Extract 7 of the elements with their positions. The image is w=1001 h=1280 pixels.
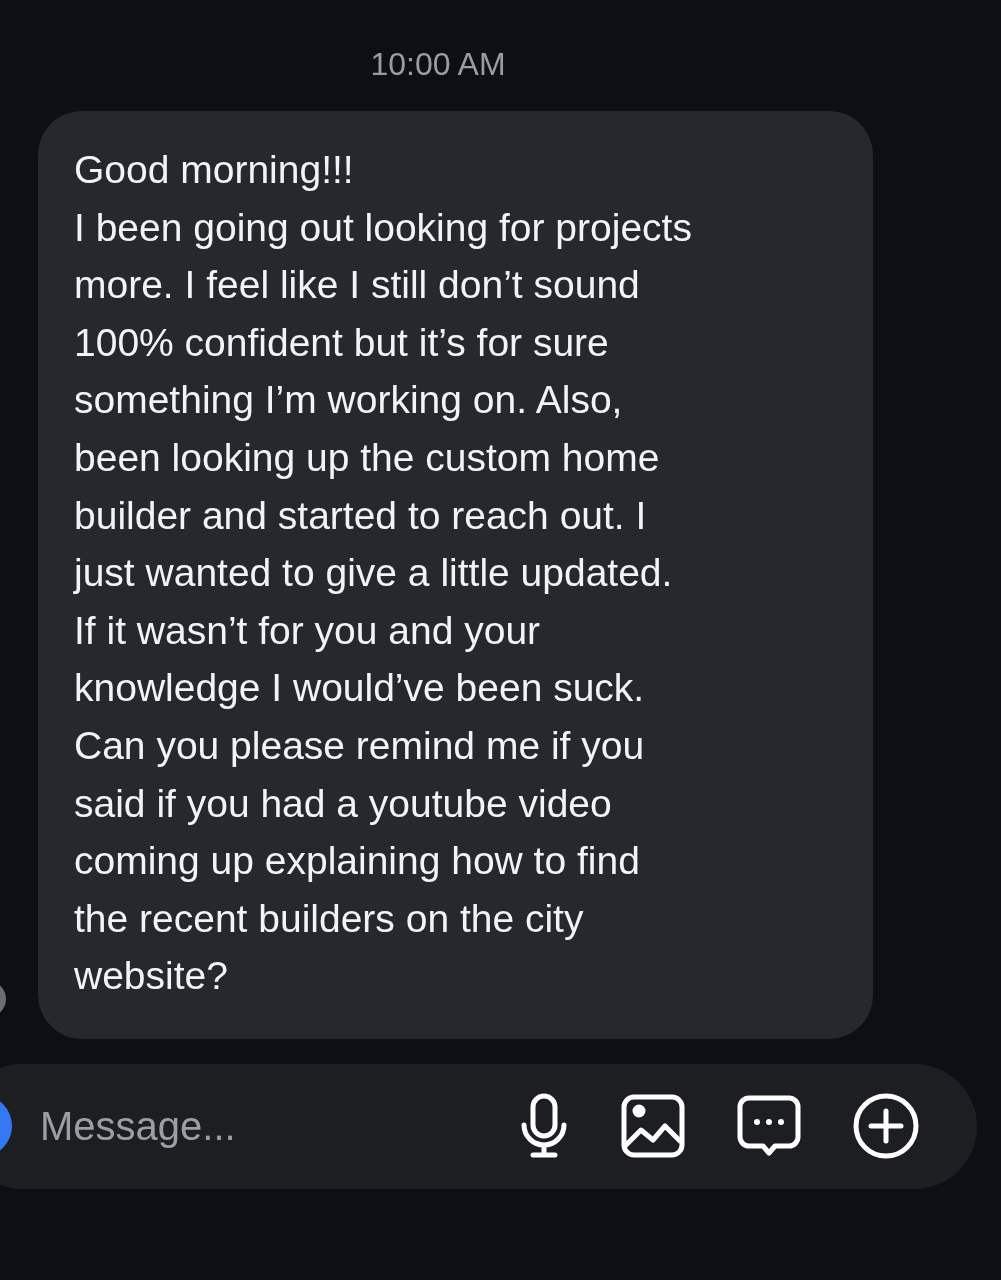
chat-bubble-icon[interactable] [737, 1095, 801, 1158]
plus-circle-icon[interactable] [853, 1093, 919, 1160]
message-text: Good morning!!! I been going out looking for projects more. I feel like I still don’t sound 100% confident but it’s for sure something I’m working on. Also, been looking up the custom home builder and started to reach out. I just wanted to give a little updated. If it wasn’t for you and your knowledge I would’ve been suck. Can you please remind me if you said if you had a youtube video coming up explaining how to find the recent builders on the city website? [74, 147, 693, 1000]
microphone-icon[interactable] [519, 1093, 569, 1160]
message-field[interactable]: Message... [40, 1096, 519, 1157]
timestamp: 10:00 AM [370, 45, 506, 84]
image-icon[interactable] [621, 1094, 685, 1159]
